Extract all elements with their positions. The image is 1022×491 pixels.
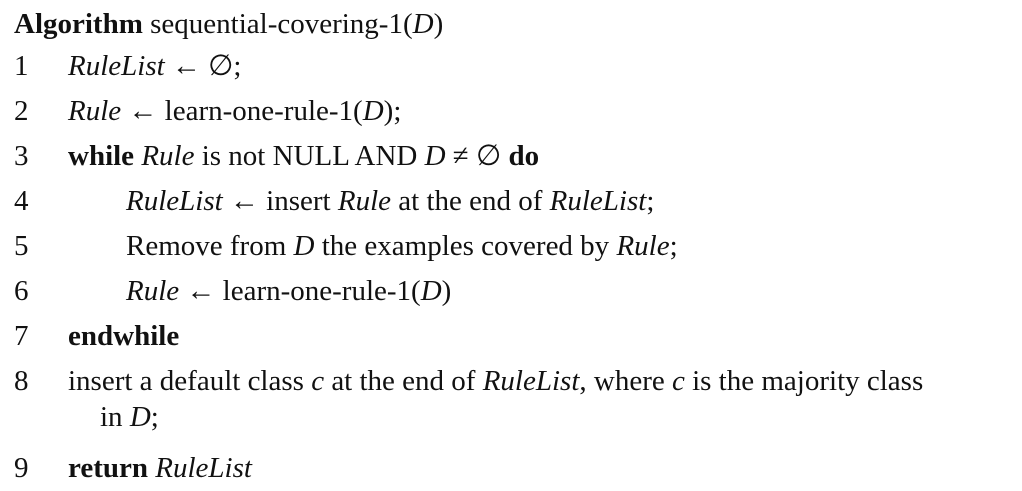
- line-number: 9: [14, 452, 29, 484]
- line-code: Rule ← learn-one-rule-1(D);: [68, 95, 402, 127]
- algorithm-name-close: ): [433, 8, 444, 40]
- algorithm-keyword: Algorithm: [14, 8, 143, 40]
- code-line-2: 2 Rule ← learn-one-rule-1(D);: [14, 89, 1014, 134]
- line-code: return RuleList: [68, 452, 252, 484]
- algorithm-block: Algorithm sequential-covering-1(D) 1 Rul…: [14, 4, 1014, 491]
- algorithm-name: sequential-covering-1(: [150, 8, 413, 40]
- code-line-6: 6 Rule ← learn-one-rule-1(D): [14, 269, 1014, 314]
- line-number: 5: [14, 230, 29, 262]
- code-line-1: 1 RuleList ← ∅;: [14, 44, 1014, 89]
- line-code: RuleList ← insert Rule at the end of Rul…: [126, 185, 655, 217]
- code-line-9: 9 return RuleList: [14, 446, 1014, 491]
- algorithm-title: Algorithm sequential-covering-1(D): [14, 4, 1014, 44]
- line-number: 1: [14, 50, 29, 82]
- line-number: 4: [14, 185, 29, 217]
- code-line-3: 3 while Rule is not NULL AND D ≠ ∅ do: [14, 134, 1014, 179]
- code-line-8: 8 insert a default class c at the end of…: [14, 359, 1014, 401]
- line-code: while Rule is not NULL AND D ≠ ∅ do: [68, 140, 540, 172]
- line-number: 3: [14, 140, 29, 172]
- line-number: 7: [14, 320, 29, 352]
- line-number: 8: [14, 365, 29, 397]
- code-line-4: 4 RuleList ← insert Rule at the end of R…: [14, 179, 1014, 224]
- line-code: Rule ← learn-one-rule-1(D): [126, 275, 452, 307]
- line-code: RuleList ← ∅;: [68, 50, 242, 82]
- code-line-7: 7 endwhile: [14, 314, 1014, 359]
- line-number: 6: [14, 275, 29, 307]
- algorithm-param: D: [412, 8, 434, 40]
- line-code: Remove from D the examples covered by Ru…: [126, 230, 678, 262]
- line-code: in D;: [100, 401, 159, 433]
- line-number: 2: [14, 95, 29, 127]
- line-code: endwhile: [68, 320, 180, 352]
- line-code: insert a default class c at the end of R…: [68, 365, 924, 397]
- code-line-8-continuation: in D;: [14, 401, 1014, 446]
- code-line-5: 5 Remove from D the examples covered by …: [14, 224, 1014, 269]
